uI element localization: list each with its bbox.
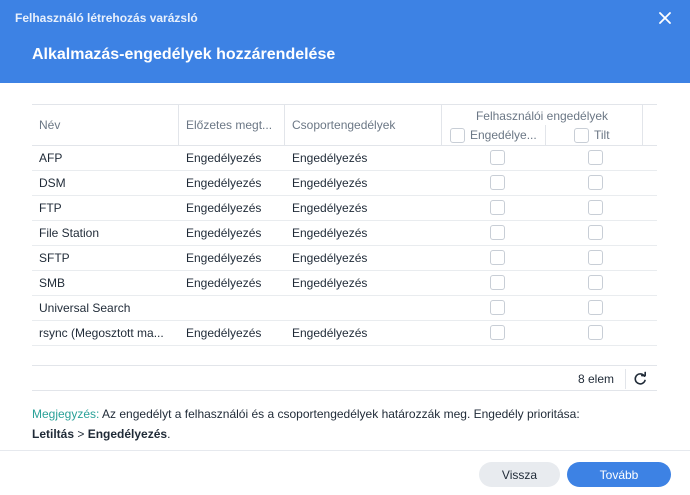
table-row[interactable]: Universal Search (32, 296, 657, 321)
allow-checkbox[interactable] (490, 300, 505, 315)
group-permission: Engedélyezés (292, 251, 368, 265)
allow-checkbox[interactable] (490, 175, 505, 190)
app-name: SMB (39, 276, 66, 290)
deny-checkbox[interactable] (588, 200, 603, 215)
note-separator: > (74, 427, 88, 441)
app-name: FTP (39, 201, 62, 215)
column-divider (642, 105, 643, 145)
app-name: DSM (39, 176, 66, 190)
group-permission: Engedélyezés (292, 176, 368, 190)
deny-checkbox[interactable] (588, 325, 603, 340)
preview-permission: Engedélyezés (186, 226, 262, 240)
footer-divider (625, 369, 626, 389)
allow-checkbox[interactable] (490, 250, 505, 265)
deny-checkbox[interactable] (588, 150, 603, 165)
table-row[interactable]: DSM Engedélyezés Engedélyezés (32, 171, 657, 196)
deny-checkbox[interactable] (588, 300, 603, 315)
preview-permission: Engedélyezés (186, 201, 262, 215)
app-name: SFTP (39, 251, 70, 265)
table-row[interactable]: rsync (Megosztott ma... Engedélyezés Eng… (32, 321, 657, 346)
app-name: File Station (39, 226, 100, 240)
group-permission: Engedélyezés (292, 276, 368, 290)
close-button[interactable] (654, 7, 676, 29)
allow-checkbox[interactable] (490, 150, 505, 165)
note-deny-word: Letiltás (32, 427, 75, 441)
item-count: 8 elem (577, 372, 614, 386)
app-name: rsync (Megosztott ma... (39, 326, 164, 340)
table-row[interactable]: SFTP Engedélyezés Engedélyezés (32, 246, 657, 271)
allow-checkbox[interactable] (490, 225, 505, 240)
table-footer: 8 elem (32, 365, 657, 391)
table-row[interactable]: SMB Engedélyezés Engedélyezés (32, 271, 657, 296)
deny-checkbox[interactable] (588, 275, 603, 290)
back-button[interactable]: Vissza (479, 462, 560, 487)
preview-permission: Engedélyezés (186, 176, 262, 190)
deny-checkbox[interactable] (588, 225, 603, 240)
allow-checkbox[interactable] (490, 200, 505, 215)
app-name: Universal Search (39, 301, 131, 315)
wizard-header: Felhasználó létrehozás varázsló Alkalmaz… (0, 0, 690, 83)
preview-permission: Engedélyezés (186, 151, 262, 165)
group-permission: Engedélyezés (292, 226, 368, 240)
page-title: Alkalmazás-engedélyek hozzárendelése (32, 46, 336, 63)
note-text: Az engedélyt a felhasználói és a csoport… (99, 407, 580, 421)
table-header: Név Előzetes megt... Csoportengedélyek F… (32, 105, 657, 146)
column-header-allow-label: Engedélye... (470, 128, 537, 142)
preview-permission: Engedélyezés (186, 276, 262, 290)
window-title: Felhasználó létrehozás varázsló (15, 11, 198, 25)
close-icon (659, 12, 671, 24)
column-header-preview[interactable]: Előzetes megt... (179, 105, 284, 145)
preview-permission: Engedélyezés (186, 251, 262, 265)
permissions-table: Név Előzetes megt... Csoportengedélyek F… (32, 104, 657, 391)
note-label: Megjegyzés: (32, 407, 100, 421)
column-header-user-permissions: Felhasználói engedélyek (475, 109, 609, 123)
deny-checkbox[interactable] (588, 250, 603, 265)
permission-note: Megjegyzés: Az engedélyt a felhasználói … (32, 404, 662, 444)
refresh-icon[interactable] (632, 371, 648, 387)
note-allow-word: Engedélyezés (87, 427, 168, 441)
group-permission (285, 296, 441, 320)
group-permission: Engedélyezés (292, 201, 368, 215)
column-header-allow[interactable]: Engedélye... (450, 126, 537, 144)
next-button[interactable]: Tovább (567, 462, 671, 487)
column-header-name[interactable]: Név (32, 105, 178, 145)
allow-checkbox[interactable] (490, 325, 505, 340)
deny-checkbox[interactable] (588, 175, 603, 190)
app-name: AFP (39, 151, 63, 165)
select-all-deny-checkbox[interactable] (574, 127, 589, 143)
column-header-deny[interactable]: Tilt (574, 126, 610, 144)
select-all-allow-checkbox[interactable] (450, 127, 465, 143)
group-permission: Engedélyezés (292, 151, 368, 165)
column-header-deny-label: Tilt (594, 128, 610, 142)
note-end: . (167, 427, 171, 441)
column-header-group-permissions[interactable]: Csoportengedélyek (285, 105, 441, 145)
column-divider (545, 125, 546, 145)
table-row[interactable]: AFP Engedélyezés Engedélyezés (32, 146, 657, 171)
footer-divider (0, 450, 690, 451)
group-permission: Engedélyezés (292, 326, 368, 340)
allow-checkbox[interactable] (490, 275, 505, 290)
table-row[interactable]: File Station Engedélyezés Engedélyezés (32, 221, 657, 246)
preview-permission: Engedélyezés (186, 326, 262, 340)
preview-permission (179, 296, 284, 320)
table-row[interactable]: FTP Engedélyezés Engedélyezés (32, 196, 657, 221)
